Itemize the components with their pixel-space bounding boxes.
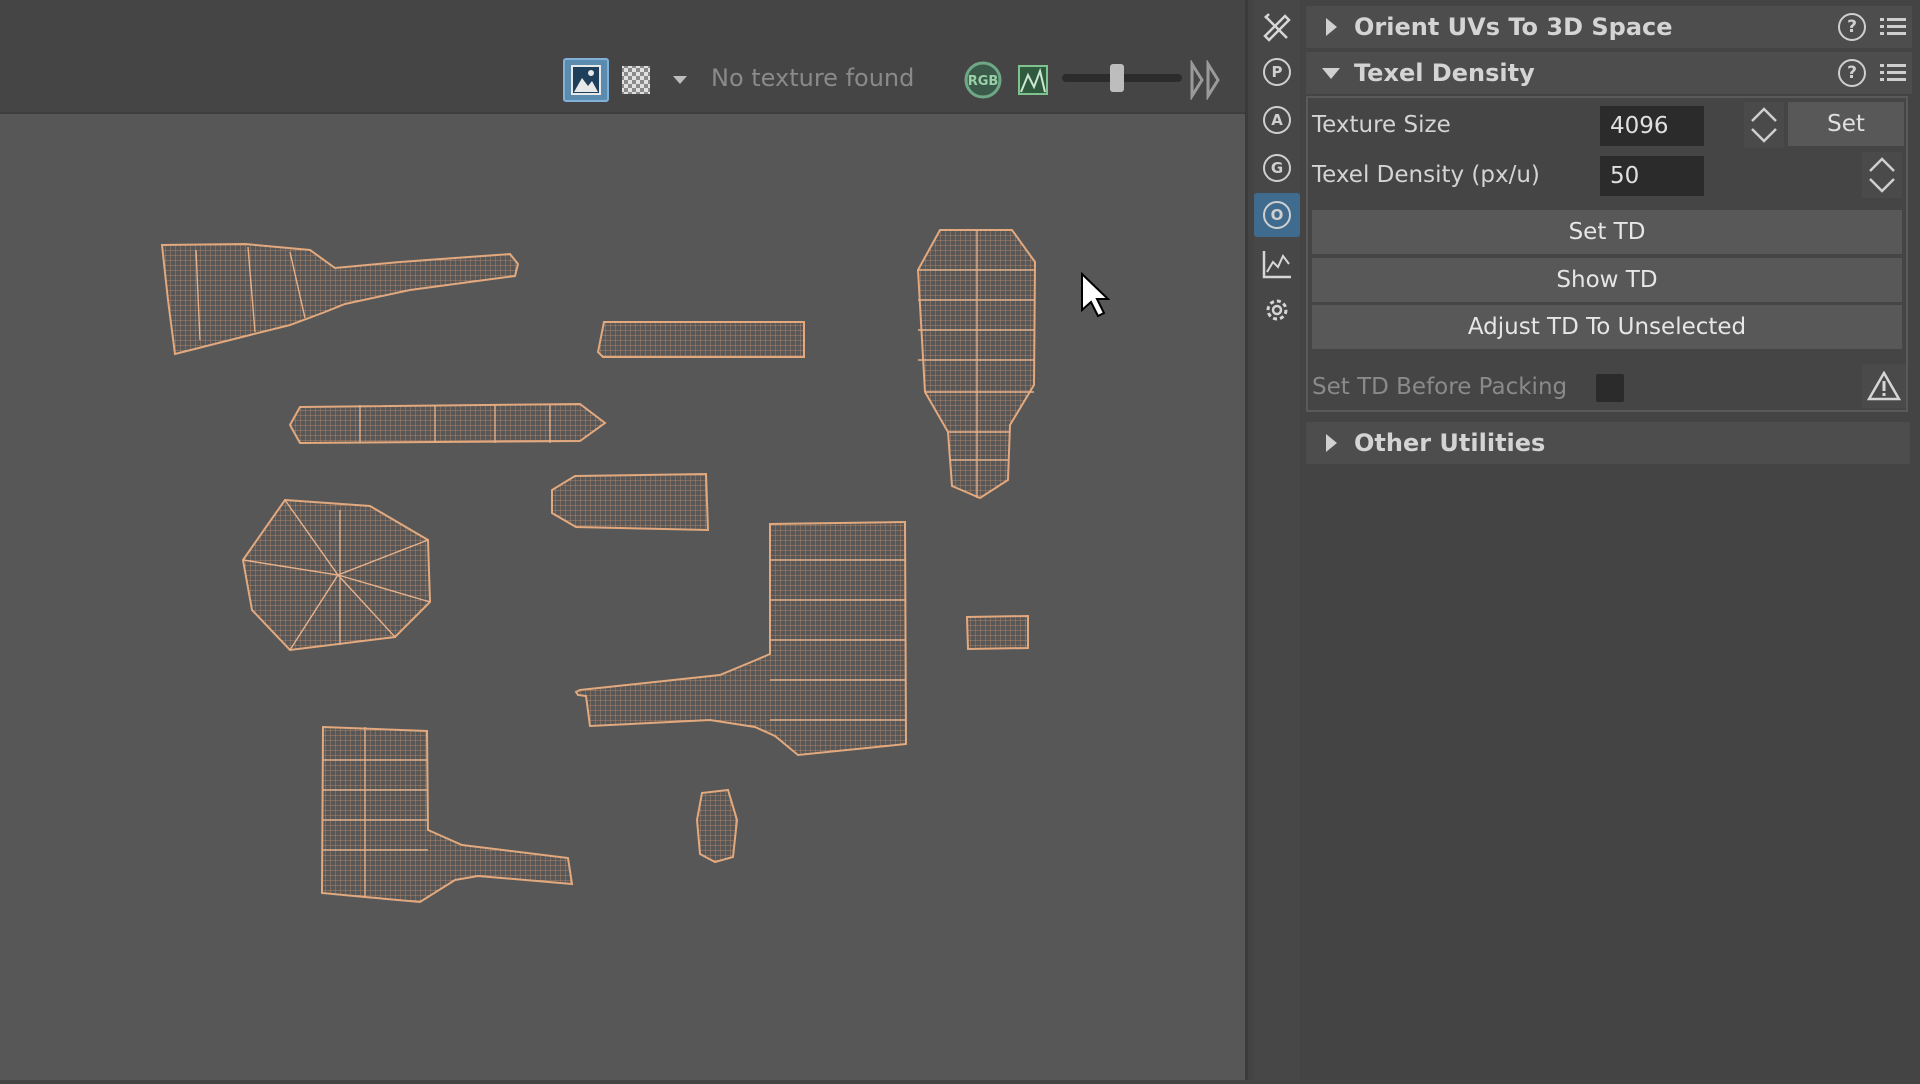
list-menu-icon[interactable] <box>1880 62 1906 84</box>
set-td-button[interactable]: Set TD <box>1312 210 1902 254</box>
texture-map-icon <box>1018 65 1048 95</box>
help-icon[interactable]: ? <box>1838 13 1866 41</box>
texel-density-title: Texel Density <box>1354 59 1535 87</box>
zoom-slider[interactable] <box>1062 64 1182 92</box>
texel-density-field[interactable]: 50 <box>1600 156 1704 196</box>
p-letter: P <box>1263 58 1291 86</box>
chevron-right-icon <box>1314 433 1348 453</box>
a-letter: A <box>1263 106 1291 134</box>
right-panel: Orient UVs To 3D Space ? Texel Density ?… <box>1306 0 1920 1080</box>
image-view-button[interactable] <box>563 58 609 102</box>
up-down-chevron-icon <box>1751 107 1777 143</box>
texel-density-stepper[interactable] <box>1862 152 1902 198</box>
texture-status-label: No texture found <box>711 64 915 92</box>
adjust-td-button[interactable]: Adjust TD To Unselected <box>1312 305 1902 349</box>
texture-size-label: Texture Size <box>1312 112 1451 138</box>
texel-density-label: Texel Density (px/u) <box>1312 162 1540 188</box>
texture-display-button[interactable] <box>1010 58 1056 102</box>
set-td-before-packing-label: Set TD Before Packing <box>1312 374 1568 400</box>
panel-separator[interactable] <box>1245 0 1248 1080</box>
uv-island[interactable] <box>320 725 574 904</box>
tool-icon-column: P A G O <box>1254 0 1300 1080</box>
play-forward-icon[interactable] <box>1188 58 1228 104</box>
uv-island[interactable] <box>551 472 710 532</box>
chart-icon[interactable] <box>1254 242 1300 286</box>
gear-icon[interactable] <box>1254 288 1300 332</box>
uv-island[interactable] <box>160 242 520 356</box>
mouse-cursor-icon <box>1080 271 1111 322</box>
uv-island[interactable] <box>596 321 805 358</box>
uv-island[interactable] <box>965 614 1029 651</box>
set-texture-size-button[interactable]: Set <box>1788 102 1904 146</box>
checker-icon <box>622 66 650 94</box>
o-circle-icon[interactable]: O <box>1254 193 1300 237</box>
a-circle-icon[interactable]: A <box>1254 98 1300 142</box>
show-td-button[interactable]: Show TD <box>1312 258 1902 302</box>
p-circle-icon[interactable]: P <box>1254 50 1300 94</box>
orient-uvs-title: Orient UVs To 3D Space <box>1354 13 1673 41</box>
warning-icon[interactable] <box>1862 364 1906 408</box>
g-letter: G <box>1263 154 1291 182</box>
o-letter: O <box>1263 201 1291 229</box>
rgb-icon: RGB <box>964 61 1002 99</box>
rgb-channel-button[interactable]: RGB <box>960 58 1006 102</box>
help-icon[interactable]: ? <box>1838 59 1866 87</box>
tools-icon[interactable] <box>1254 4 1300 48</box>
set-td-before-packing-checkbox[interactable] <box>1596 374 1624 402</box>
uv-toolbar: No texture found RGB <box>0 0 1245 114</box>
texel-density-body: Texture Size 4096 Set Texel Density (px/… <box>1306 96 1908 412</box>
other-utilities-header[interactable]: Other Utilities <box>1306 422 1910 464</box>
uv-islands[interactable] <box>0 112 1245 1080</box>
zoom-slider-thumb[interactable] <box>1110 64 1124 92</box>
chevron-down-icon <box>673 76 687 84</box>
other-utilities-title: Other Utilities <box>1354 429 1546 457</box>
g-circle-icon[interactable]: G <box>1254 146 1300 190</box>
list-menu-icon[interactable] <box>1880 16 1906 38</box>
texture-size-stepper[interactable] <box>1744 102 1784 148</box>
chevron-right-icon <box>1314 17 1348 37</box>
texel-density-header[interactable]: Texel Density ? <box>1306 52 1912 94</box>
checker-dropdown[interactable] <box>655 58 705 102</box>
uv-editor: No texture found RGB <box>0 0 1245 1080</box>
texture-size-field[interactable]: 4096 <box>1600 106 1704 146</box>
uv-canvas[interactable] <box>0 112 1245 1080</box>
checker-button[interactable] <box>613 58 659 102</box>
image-icon <box>571 65 601 95</box>
rgb-text: RGB <box>968 74 999 89</box>
up-down-chevron-icon <box>1869 157 1895 193</box>
orient-uvs-header[interactable]: Orient UVs To 3D Space ? <box>1306 6 1912 48</box>
uv-island[interactable] <box>288 402 607 445</box>
chevron-down-icon <box>1314 66 1348 80</box>
uv-island[interactable] <box>695 788 739 864</box>
